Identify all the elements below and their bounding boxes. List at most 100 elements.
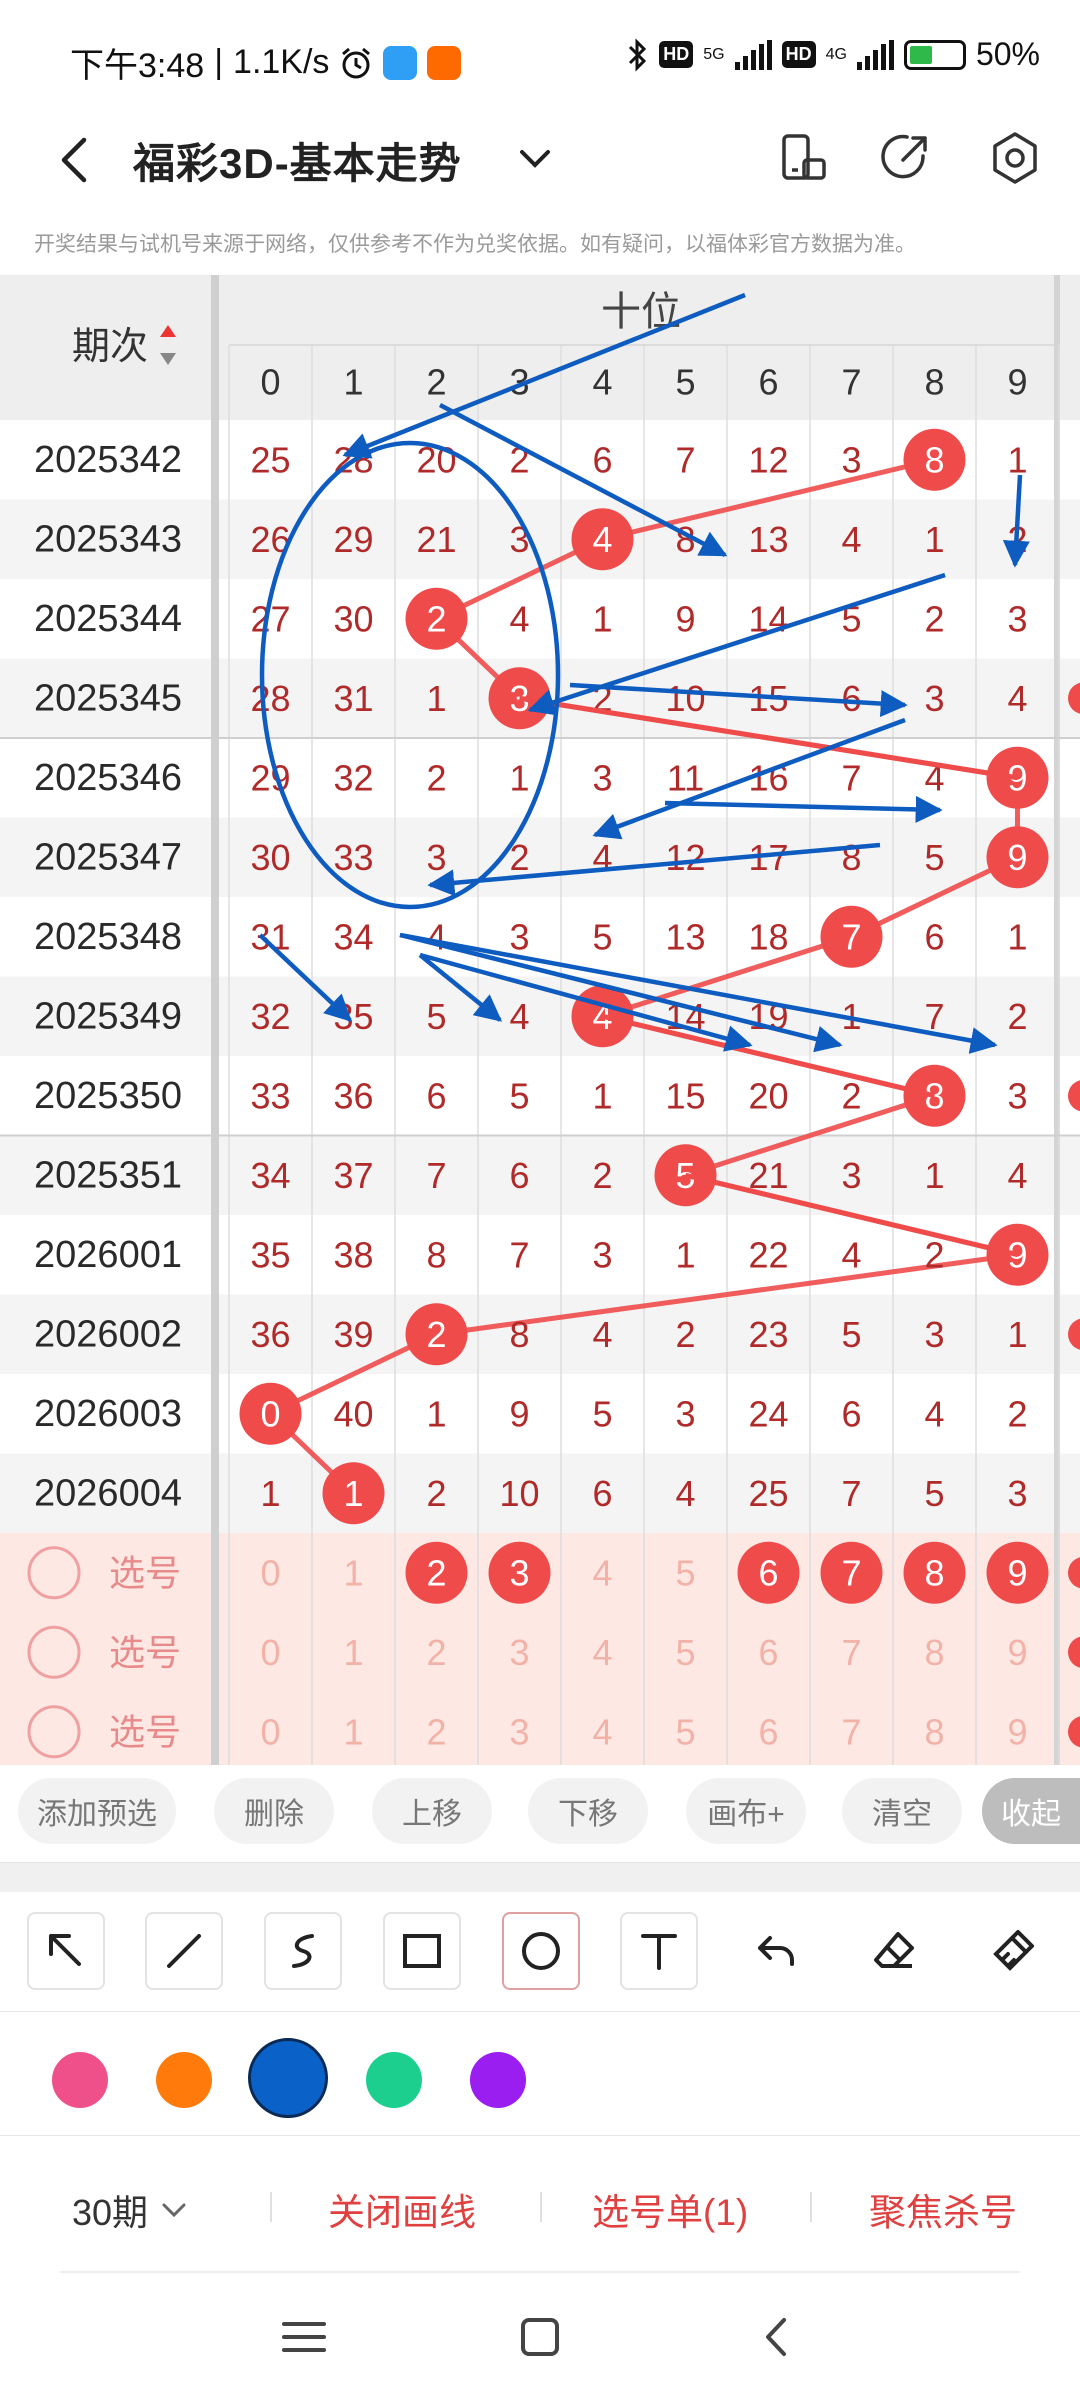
miss-count: 30 bbox=[250, 837, 290, 878]
miss-count: 33 bbox=[250, 1075, 290, 1116]
trend-chart[interactable]: 期次十位0 1 2 3 4 5 6 7 8 92025342 25 28 20 2 6 7 12 3 8 120253… bbox=[0, 275, 1080, 1765]
move-down-button[interactable]: 下移 bbox=[528, 1778, 648, 1844]
arrow-tool-icon[interactable] bbox=[27, 1912, 105, 1990]
color-swatch-pink[interactable] bbox=[52, 2052, 108, 2108]
miss-count: 1 bbox=[924, 1155, 944, 1196]
miss-count: 3 bbox=[1007, 1473, 1027, 1514]
miss-count: 7 bbox=[841, 757, 861, 798]
period-label: 2026002 bbox=[34, 1313, 182, 1355]
period-label: 2025348 bbox=[34, 916, 182, 958]
pick-number[interactable]: 1 bbox=[343, 1632, 363, 1673]
period-label: 2025346 bbox=[34, 757, 182, 799]
status-bar: 下午3:48 | 1.1K/s HD 5G HD 4G 50% bbox=[0, 0, 1080, 110]
miss-count: 13 bbox=[748, 519, 788, 560]
focus-kill-button[interactable]: 聚焦杀号 bbox=[869, 2182, 1017, 2236]
pick-number[interactable]: 5 bbox=[675, 1552, 695, 1593]
miss-count: 3 bbox=[924, 1314, 944, 1355]
miss-count: 5 bbox=[592, 916, 612, 957]
miss-count: 6 bbox=[841, 678, 861, 719]
miss-count: 4 bbox=[841, 1234, 861, 1275]
miss-count: 3 bbox=[509, 916, 529, 957]
hit-number: 9 bbox=[1007, 837, 1027, 878]
miss-count: 3 bbox=[841, 439, 861, 480]
rectangle-tool-icon[interactable] bbox=[383, 1912, 461, 1990]
network-4g-label: 4G bbox=[825, 45, 847, 63]
pick-number[interactable]: 9 bbox=[1007, 1632, 1027, 1673]
pick-number[interactable]: 4 bbox=[592, 1632, 612, 1673]
back-nav-icon[interactable] bbox=[748, 2312, 808, 2362]
pick-list-button[interactable]: 选号单(1) bbox=[592, 2182, 748, 2236]
pick-number[interactable]: 3 bbox=[509, 1632, 529, 1673]
pick-number[interactable]: 1 bbox=[343, 1711, 363, 1752]
miss-count: 4 bbox=[841, 519, 861, 560]
color-swatch-blue[interactable] bbox=[248, 2038, 328, 2118]
pick-number[interactable]: 4 bbox=[592, 1552, 612, 1593]
canvas-plus-button[interactable]: 画布+ bbox=[686, 1778, 806, 1844]
pick-number[interactable]: 5 bbox=[675, 1632, 695, 1673]
miss-count: 36 bbox=[250, 1314, 290, 1355]
pick-number[interactable]: 7 bbox=[841, 1632, 861, 1673]
battery-icon bbox=[903, 39, 966, 70]
close-lines-button[interactable]: 关闭画线 bbox=[328, 2182, 476, 2236]
battery-level: 50% bbox=[975, 36, 1040, 72]
pick-number[interactable]: 1 bbox=[343, 1552, 363, 1593]
clear-button[interactable]: 清空 bbox=[842, 1778, 962, 1844]
move-up-button[interactable]: 上移 bbox=[372, 1778, 492, 1844]
add-preselect-button[interactable]: 添加预选 bbox=[18, 1778, 176, 1844]
miss-count: 2 bbox=[426, 757, 446, 798]
pick-number[interactable]: 3 bbox=[509, 1711, 529, 1752]
pick-number[interactable]: 2 bbox=[426, 1711, 446, 1752]
color-swatch-green[interactable] bbox=[366, 2052, 422, 2108]
pick-number[interactable]: 8 bbox=[924, 1632, 944, 1673]
pick-number[interactable]: 0 bbox=[260, 1711, 280, 1752]
period-label: 30期 bbox=[72, 2192, 149, 2233]
miss-count: 1 bbox=[1007, 916, 1027, 957]
pick-number[interactable]: 4 bbox=[592, 1711, 612, 1752]
screen-rotate-icon[interactable] bbox=[770, 126, 834, 190]
miss-count: 28 bbox=[250, 678, 290, 719]
delete-button[interactable]: 删除 bbox=[214, 1778, 334, 1844]
status-time: 下午3:48 bbox=[70, 47, 205, 85]
curve-tool-icon[interactable] bbox=[264, 1912, 342, 1990]
undo-icon[interactable] bbox=[738, 1912, 816, 1990]
miss-count: 34 bbox=[250, 1155, 290, 1196]
menu-icon[interactable] bbox=[274, 2312, 334, 2362]
settings-icon[interactable] bbox=[983, 126, 1047, 190]
pick-number[interactable]: 2 bbox=[426, 1632, 446, 1673]
period-selector[interactable]: 30期 bbox=[72, 2184, 190, 2236]
miss-count: 4 bbox=[509, 598, 529, 639]
miss-count: 6 bbox=[592, 1473, 612, 1514]
share-icon[interactable] bbox=[873, 126, 937, 190]
pick-number[interactable]: 7 bbox=[841, 1711, 861, 1752]
miss-count: 7 bbox=[509, 1234, 529, 1275]
pick-number: 8 bbox=[924, 1552, 944, 1593]
pick-number[interactable]: 6 bbox=[758, 1632, 778, 1673]
app-notification-icon bbox=[383, 45, 418, 80]
miss-count: 4 bbox=[592, 1314, 612, 1355]
digit-header: 1 bbox=[343, 362, 363, 403]
miss-count: 2 bbox=[426, 1473, 446, 1514]
pick-number[interactable]: 9 bbox=[1007, 1711, 1027, 1752]
color-swatch-orange[interactable] bbox=[156, 2052, 212, 2108]
pick-number[interactable]: 5 bbox=[675, 1711, 695, 1752]
clear-brush-icon[interactable] bbox=[974, 1912, 1052, 1990]
color-swatch-purple[interactable] bbox=[470, 2052, 526, 2108]
miss-count: 38 bbox=[333, 1234, 373, 1275]
line-tool-icon[interactable] bbox=[145, 1912, 223, 1990]
circle-tool-icon[interactable] bbox=[502, 1912, 580, 1990]
period-header[interactable]: 期次 bbox=[72, 326, 148, 368]
page-title[interactable]: 福彩3D-基本走势 bbox=[133, 130, 462, 191]
pick-number[interactable]: 6 bbox=[758, 1711, 778, 1752]
text-tool-icon[interactable] bbox=[620, 1912, 698, 1990]
pick-number[interactable]: 0 bbox=[260, 1632, 280, 1673]
pick-number[interactable]: 8 bbox=[924, 1711, 944, 1752]
period-label: 2026001 bbox=[34, 1234, 182, 1276]
eraser-icon[interactable] bbox=[856, 1912, 934, 1990]
back-arrow-icon[interactable] bbox=[46, 130, 106, 190]
chevron-down-icon[interactable] bbox=[510, 134, 560, 184]
pick-number[interactable]: 0 bbox=[260, 1552, 280, 1593]
hit-number: 2 bbox=[426, 1314, 446, 1355]
home-icon[interactable] bbox=[510, 2312, 570, 2362]
system-nav-bar bbox=[0, 2272, 1080, 2400]
collapse-button[interactable]: 收起 bbox=[982, 1778, 1080, 1844]
